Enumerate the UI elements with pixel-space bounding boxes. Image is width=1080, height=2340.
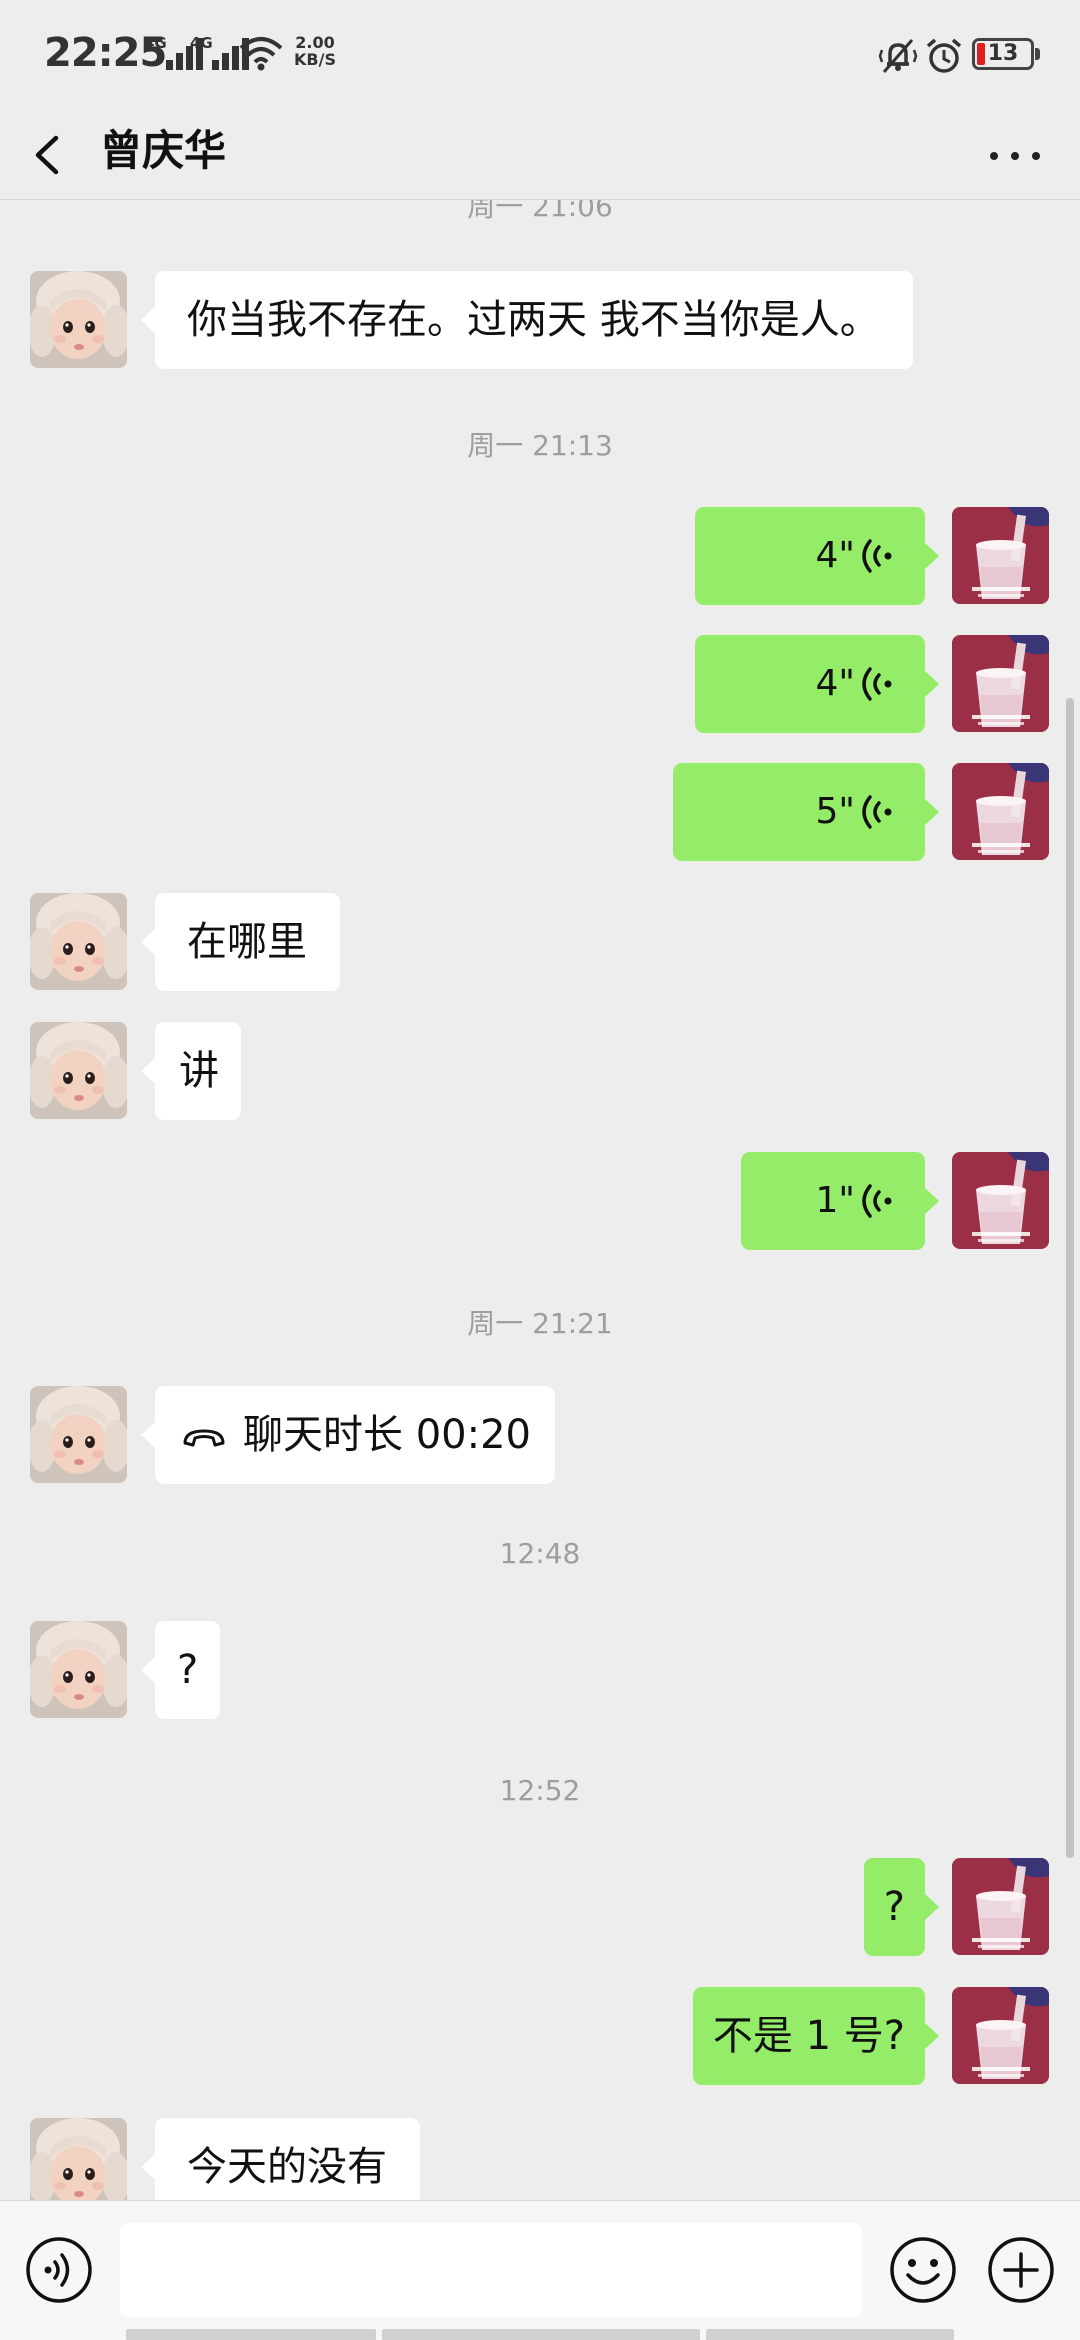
emoji-icon <box>890 2237 956 2303</box>
network-type-2: 4G <box>190 34 213 52</box>
incoming-message[interactable]: 讲 <box>141 1022 241 1120</box>
outgoing-voice-message[interactable]: 4" <box>695 507 939 605</box>
outgoing-voice-message[interactable]: 5" <box>673 763 939 861</box>
speed-unit: KB/S <box>294 50 336 69</box>
keyboard-hint-bar <box>706 2329 954 2340</box>
outgoing-message[interactable]: ? <box>863 1858 940 1956</box>
plus-icon <box>988 2237 1054 2303</box>
timestamp: 周一 21:13 <box>467 429 613 462</box>
voice-icon <box>26 2237 92 2303</box>
voice-wave-icon <box>859 794 895 830</box>
battery-level: 13 <box>987 41 1019 66</box>
outgoing-message[interactable]: 不是 1 号? <box>692 1987 940 2085</box>
incoming-message[interactable]: 今天的没有 <box>141 2118 420 2200</box>
phone-hangup-icon <box>181 1425 227 1449</box>
voice-wave-icon <box>859 666 895 702</box>
input-bar <box>0 2200 1080 2340</box>
network-type-1: 4G <box>144 34 167 52</box>
timestamp: 12:48 <box>499 1537 581 1570</box>
wifi-icon <box>238 36 284 72</box>
voice-duration: 4" <box>815 663 855 704</box>
call-record-message[interactable]: 聊天时长 00:20 <box>141 1386 555 1484</box>
my-avatar[interactable] <box>952 1152 1049 1249</box>
speed-value: 2.00 <box>295 33 335 52</box>
voice-input-button[interactable] <box>24 2235 94 2305</box>
chat-title: 曾庆华 <box>100 126 227 175</box>
emoji-button[interactable] <box>888 2235 958 2305</box>
my-avatar[interactable] <box>952 507 1049 604</box>
chevron-left-icon <box>35 135 59 175</box>
keyboard-hint-bar <box>126 2329 376 2340</box>
contact-avatar[interactable] <box>30 1022 127 1119</box>
keyboard-hint-bar <box>382 2329 700 2340</box>
voice-wave-icon <box>859 1183 895 1219</box>
voice-duration: 5" <box>815 791 855 832</box>
back-button[interactable] <box>22 120 82 190</box>
contact-avatar[interactable] <box>30 271 127 368</box>
voice-duration: 4" <box>815 535 855 576</box>
outgoing-voice-message[interactable]: 4" <box>695 635 939 733</box>
scrollbar[interactable] <box>1066 200 1076 2200</box>
vibrate-icon <box>876 34 920 78</box>
contact-avatar[interactable] <box>30 1386 127 1483</box>
contact-avatar[interactable] <box>30 893 127 990</box>
my-avatar[interactable] <box>952 1987 1049 2084</box>
incoming-message[interactable]: ? <box>140 1621 221 1719</box>
timestamp: 周一 21:06 <box>467 200 613 223</box>
voice-duration: 1" <box>815 1180 855 1221</box>
more-functions-button[interactable] <box>986 2235 1056 2305</box>
my-avatar[interactable] <box>952 1858 1049 1955</box>
my-avatar[interactable] <box>952 763 1049 860</box>
call-duration-text: 聊天时长 00:20 <box>243 1412 531 1458</box>
voice-wave-icon <box>859 538 895 574</box>
message-input[interactable] <box>120 2223 862 2317</box>
incoming-message[interactable]: 在哪里 <box>141 893 340 991</box>
alarm-icon <box>922 34 966 78</box>
network-speed: 2.00 KB/S <box>290 34 340 68</box>
scrollbar-thumb[interactable] <box>1066 698 1074 1858</box>
status-bar: 22:25 4G 4G 2.00 KB/S 13 <box>0 0 1080 110</box>
more-options-button[interactable] <box>980 120 1050 190</box>
contact-avatar[interactable] <box>30 2118 127 2200</box>
contact-avatar[interactable] <box>30 1621 127 1718</box>
battery-icon: 13 <box>972 38 1040 70</box>
outgoing-voice-message[interactable]: 1" <box>741 1152 939 1250</box>
incoming-message[interactable]: 你当我不存在。过两天 我不当你是人。 <box>141 271 913 369</box>
message-list[interactable]: 周一 21:06 你当我不存在。过两天 我不当你是人。 周一 21:13 4" … <box>0 200 1080 2200</box>
my-avatar[interactable] <box>952 635 1049 732</box>
chat-header: 曾庆华 <box>0 110 1080 200</box>
timestamp: 周一 21:21 <box>467 1307 613 1340</box>
timestamp: 12:52 <box>499 1774 581 1807</box>
